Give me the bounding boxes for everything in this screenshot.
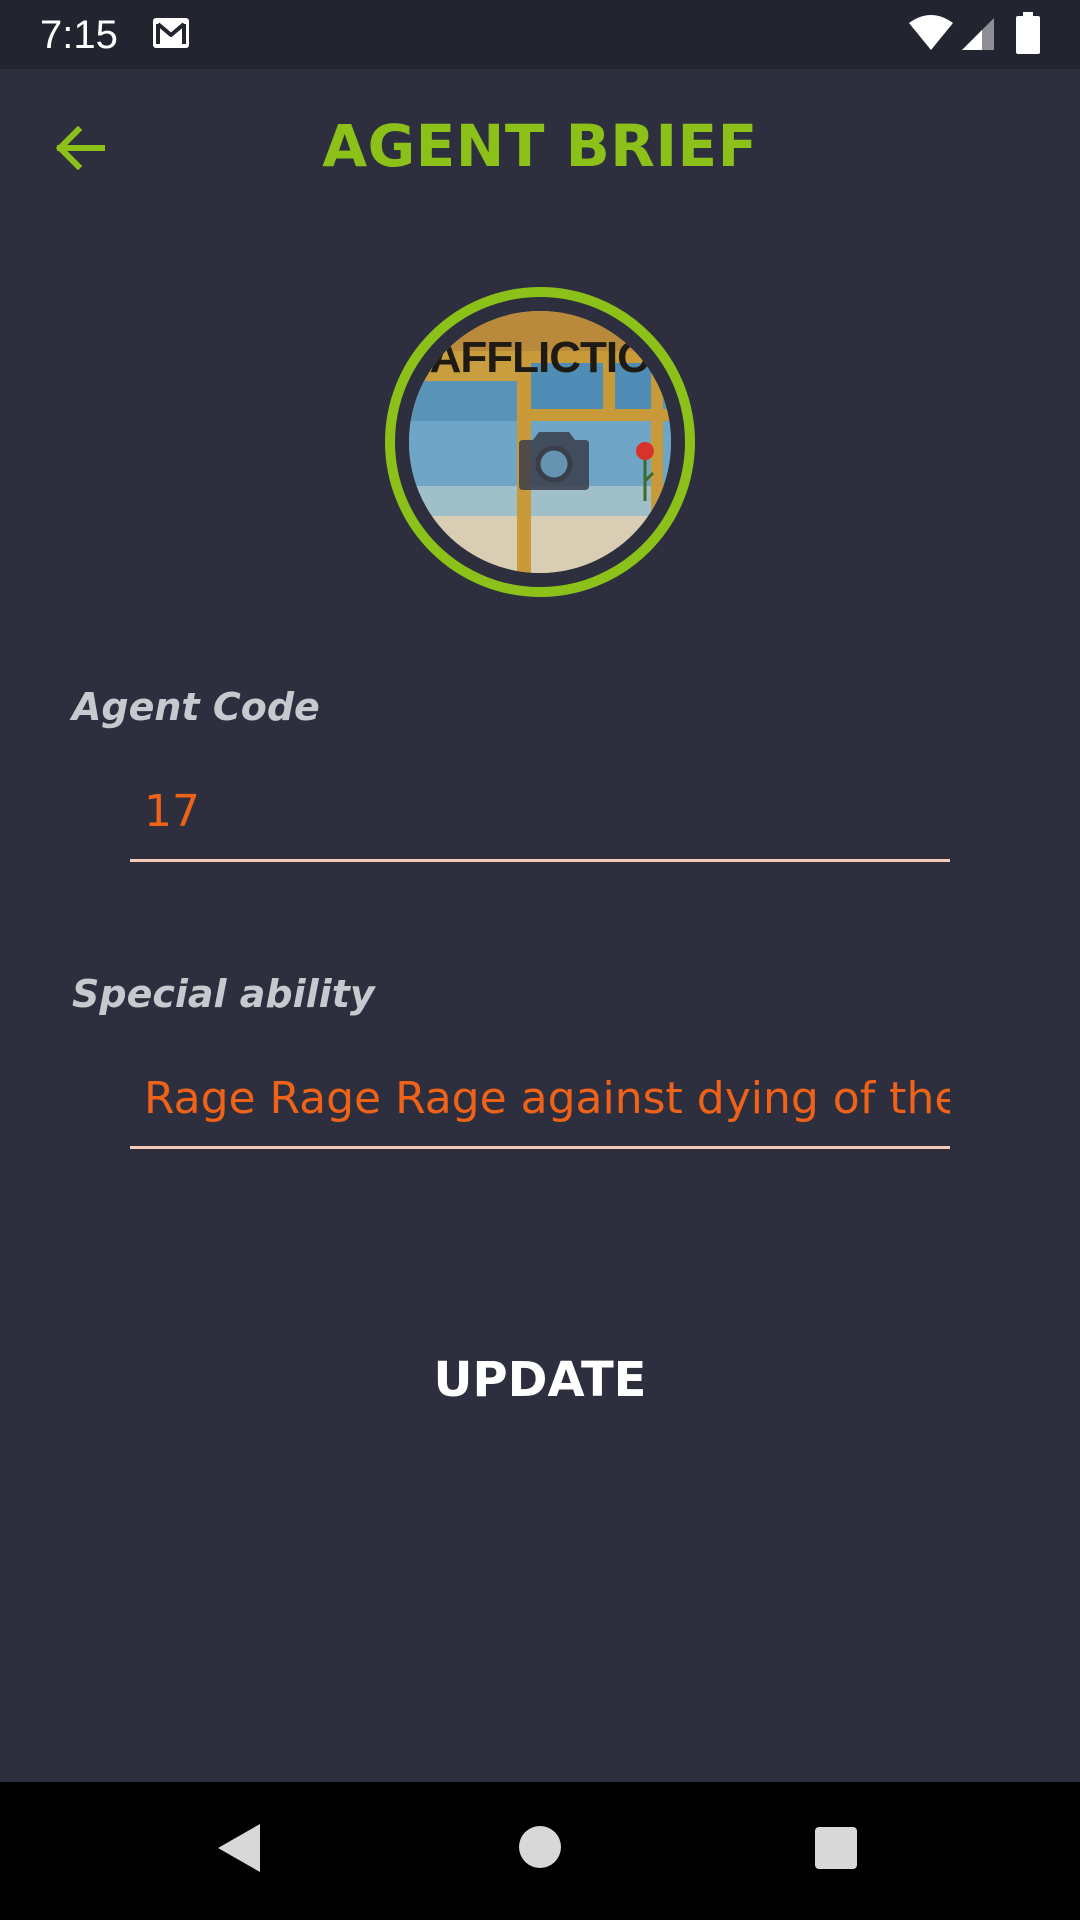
nav-recents-icon[interactable]: [815, 1827, 857, 1869]
gmail-icon: [153, 18, 189, 48]
avatar-photo: AFFLICTIO: [409, 311, 671, 573]
agent-code-label: Agent Code: [72, 685, 320, 729]
special-ability-value: Rage Rage Rage against dying of the ligh…: [144, 1073, 950, 1124]
status-bar: 7:15: [0, 0, 1080, 69]
signal-icon: [962, 18, 994, 50]
special-ability-label: Special ability: [72, 972, 375, 1016]
avatar-photo-text: AFFLICTIO: [429, 333, 652, 382]
agent-code-value: 17: [144, 786, 200, 837]
battery-icon: [1016, 12, 1040, 54]
camera-icon: [519, 432, 589, 490]
status-time: 7:15: [40, 13, 118, 57]
page-title: AGENT BRIEF: [322, 112, 758, 180]
wifi-icon: [909, 15, 953, 50]
nav-back-icon[interactable]: [216, 1822, 262, 1874]
update-button[interactable]: UPDATE: [390, 1340, 690, 1420]
agent-code-input[interactable]: 17: [130, 762, 950, 862]
avatar-button[interactable]: AFFLICTIO: [385, 287, 695, 597]
special-ability-input[interactable]: Rage Rage Rage against dying of the ligh…: [130, 1049, 950, 1149]
navigation-bar: [0, 1782, 1080, 1920]
nav-home-icon[interactable]: [519, 1826, 561, 1868]
